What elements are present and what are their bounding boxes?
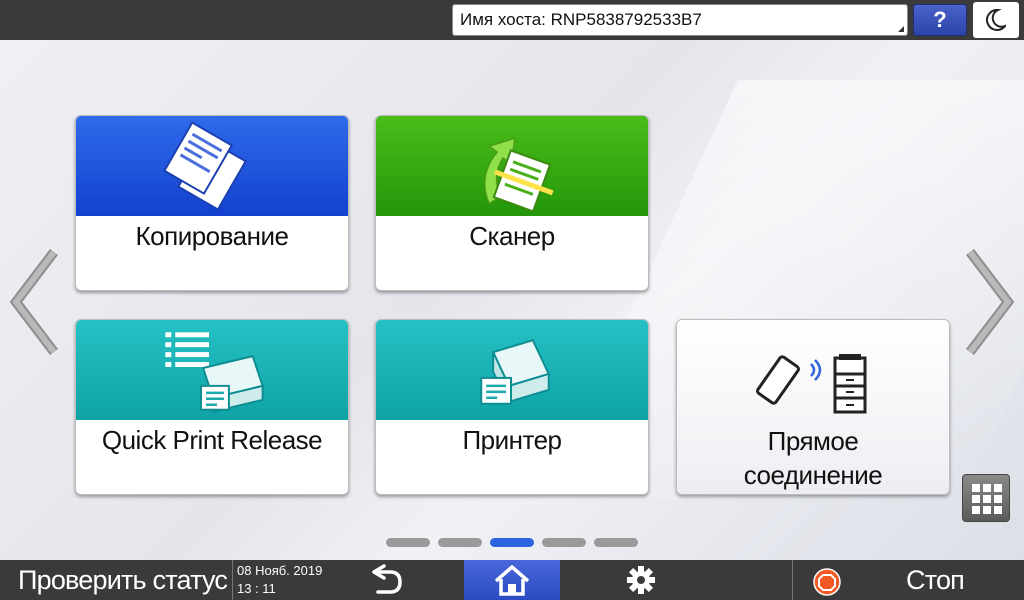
copy-label: Копирование [135,221,289,251]
top-bar: Имя хоста: RNP5838792533B7 ? [0,0,1024,40]
gear-icon [627,566,655,594]
dropdown-corner-icon [898,26,904,32]
direct-connection-label-line1: Прямое [767,426,859,456]
time-text: 13 : 11 [237,581,276,596]
direct-connection-icon [756,354,867,414]
quick-print-release-icon [165,332,264,413]
prev-page-arrow-icon[interactable] [8,248,58,356]
direct-connection-tile[interactable]: Прямое соединение [676,319,950,495]
page-dot[interactable] [594,538,638,547]
grid-icon [972,484,1002,514]
scanner-label: Сканер [469,221,555,251]
printer-icon [480,339,551,405]
back-button[interactable] [360,560,412,600]
page-dot[interactable] [542,538,586,547]
copy-icon [163,121,248,211]
page-dot[interactable] [386,538,430,547]
scanner-tile[interactable]: Сканер [375,115,649,291]
hostname-field[interactable]: Имя хоста: RNP5838792533B7 [452,4,908,36]
energy-saver-button[interactable] [973,2,1019,38]
page-dot[interactable] [438,538,482,547]
next-page-arrow-icon[interactable] [966,248,1016,356]
quick-print-release-tile[interactable]: Quick Print Release [75,319,349,495]
page-indicator [386,538,646,548]
date-text: 08 Нояб. 2019 [237,563,323,578]
hostname-text: Имя хоста: RNP5838792533B7 [460,10,702,29]
page-dot[interactable] [490,538,534,547]
quick-print-release-label: Quick Print Release [101,425,323,455]
home-icon [494,565,530,596]
home-button[interactable] [464,560,560,600]
check-status-button[interactable]: Проверить статус [0,560,230,600]
moon-icon [986,9,1006,31]
printer-label: Принтер [462,425,562,455]
back-arrow-icon [372,564,402,594]
stop-icon[interactable] [812,567,842,597]
bottom-bar: Проверить статус 08 Нояб. 2019 13 : 11 С… [0,560,1024,600]
copy-tile[interactable]: Копирование [75,115,349,291]
application-list-button[interactable] [962,474,1010,522]
stop-button-label[interactable]: Стоп [906,560,965,600]
footer-separator [792,560,793,600]
direct-connection-label: Прямое соединение [677,424,949,492]
settings-button[interactable] [616,560,666,600]
direct-connection-label-line2: соединение [743,460,883,490]
date-time: 08 Нояб. 2019 13 : 11 [232,560,352,600]
scanner-icon [483,137,554,213]
help-button[interactable]: ? [913,4,967,36]
printer-tile[interactable]: Принтер [375,319,649,495]
